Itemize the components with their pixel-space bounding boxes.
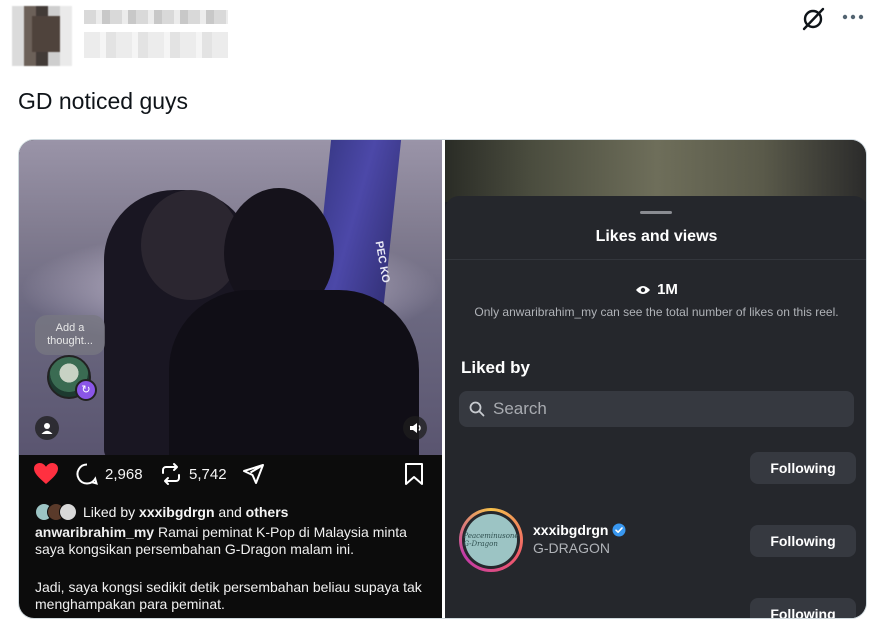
liked-by-others[interactable]: others bbox=[246, 504, 289, 520]
user-avatar[interactable]: Peaceminusone G-Dragon bbox=[459, 508, 523, 572]
background-video bbox=[445, 140, 866, 202]
verified-icon bbox=[612, 523, 626, 537]
user-avatar-image: Peaceminusone G-Dragon bbox=[463, 514, 519, 566]
comment-icon bbox=[76, 463, 98, 485]
user-display-name: G-DRAGON bbox=[533, 540, 610, 556]
tweet-media[interactable]: PEC KO Add a thought... ↻ 2,968 5,742 Li… bbox=[18, 139, 867, 619]
search-input[interactable]: Search bbox=[459, 391, 854, 427]
following-button[interactable]: Following bbox=[750, 525, 856, 557]
sheet-handle[interactable] bbox=[640, 211, 672, 214]
liked-by-and: and bbox=[218, 504, 242, 520]
comment-button[interactable]: 2,968 bbox=[75, 462, 143, 486]
eye-icon bbox=[636, 285, 651, 294]
following-button[interactable]: Following bbox=[750, 598, 856, 618]
search-icon bbox=[469, 401, 485, 417]
grok-icon[interactable] bbox=[800, 6, 826, 32]
liked-by-heading: Liked by bbox=[461, 358, 530, 377]
add-thought-bubble[interactable]: Add a thought... bbox=[35, 315, 105, 355]
repost-badge-icon: ↻ bbox=[75, 379, 97, 401]
author-handle-blurred bbox=[84, 32, 228, 58]
caption: anwaribrahim_my Ramai peminat K-Pop di M… bbox=[35, 524, 430, 558]
send-icon bbox=[243, 464, 264, 484]
search-placeholder: Search bbox=[493, 399, 547, 418]
liked-by-prefix: Liked by bbox=[83, 504, 136, 520]
liked-by-row[interactable]: Liked by xxxibgdrgn and others bbox=[35, 503, 288, 521]
following-button[interactable]: Following bbox=[750, 452, 856, 484]
username[interactable]: xxxibgdrgn bbox=[533, 522, 608, 538]
sheet-divider bbox=[445, 259, 866, 260]
author-avatar-blurred[interactable] bbox=[12, 6, 72, 66]
comment-count: 2,968 bbox=[105, 465, 143, 483]
repost-count: 5,742 bbox=[189, 465, 227, 483]
user-avatar-ring: Peaceminusone G-Dragon bbox=[462, 511, 520, 569]
sound-icon[interactable] bbox=[403, 416, 427, 440]
liker-avatar bbox=[59, 503, 77, 521]
repost-button[interactable]: 5,742 bbox=[159, 462, 227, 486]
reel-screenshot[interactable]: PEC KO Add a thought... ↻ 2,968 5,742 Li… bbox=[19, 140, 442, 618]
reel-actions: 2,968 5,742 bbox=[19, 462, 442, 496]
save-button[interactable] bbox=[403, 462, 425, 486]
sheet-title: Likes and views bbox=[595, 228, 718, 245]
user-row-name[interactable]: xxxibgdrgn bbox=[533, 522, 626, 538]
caption-continued: Jadi, saya kongsi sedikit detik persemba… bbox=[35, 579, 422, 612]
heart-icon bbox=[34, 463, 58, 484]
tagged-user-icon[interactable] bbox=[35, 416, 59, 440]
views-row: 1M bbox=[445, 281, 866, 298]
audience-person-2 bbox=[169, 290, 419, 455]
author-name-blurred[interactable] bbox=[84, 10, 228, 24]
more-icon[interactable] bbox=[842, 10, 864, 24]
views-count: 1M bbox=[657, 281, 678, 298]
share-button[interactable] bbox=[241, 462, 265, 486]
tweet-text: GD noticed guys bbox=[18, 88, 189, 114]
views-note: Only anwaribrahim_my can see the total n… bbox=[474, 305, 839, 319]
repost-icon bbox=[162, 463, 180, 485]
reel-video[interactable]: PEC KO Add a thought... ↻ bbox=[19, 140, 442, 455]
liked-by-user[interactable]: xxxibgdrgn bbox=[139, 504, 214, 520]
likes-sheet: Likes and views 1M Only anwaribrahim_my … bbox=[445, 196, 866, 618]
likes-screenshot[interactable]: Likes and views 1M Only anwaribrahim_my … bbox=[445, 140, 866, 618]
caption-username[interactable]: anwaribrahim_my bbox=[35, 524, 154, 540]
bookmark-icon bbox=[405, 463, 423, 485]
like-button[interactable] bbox=[33, 462, 59, 486]
